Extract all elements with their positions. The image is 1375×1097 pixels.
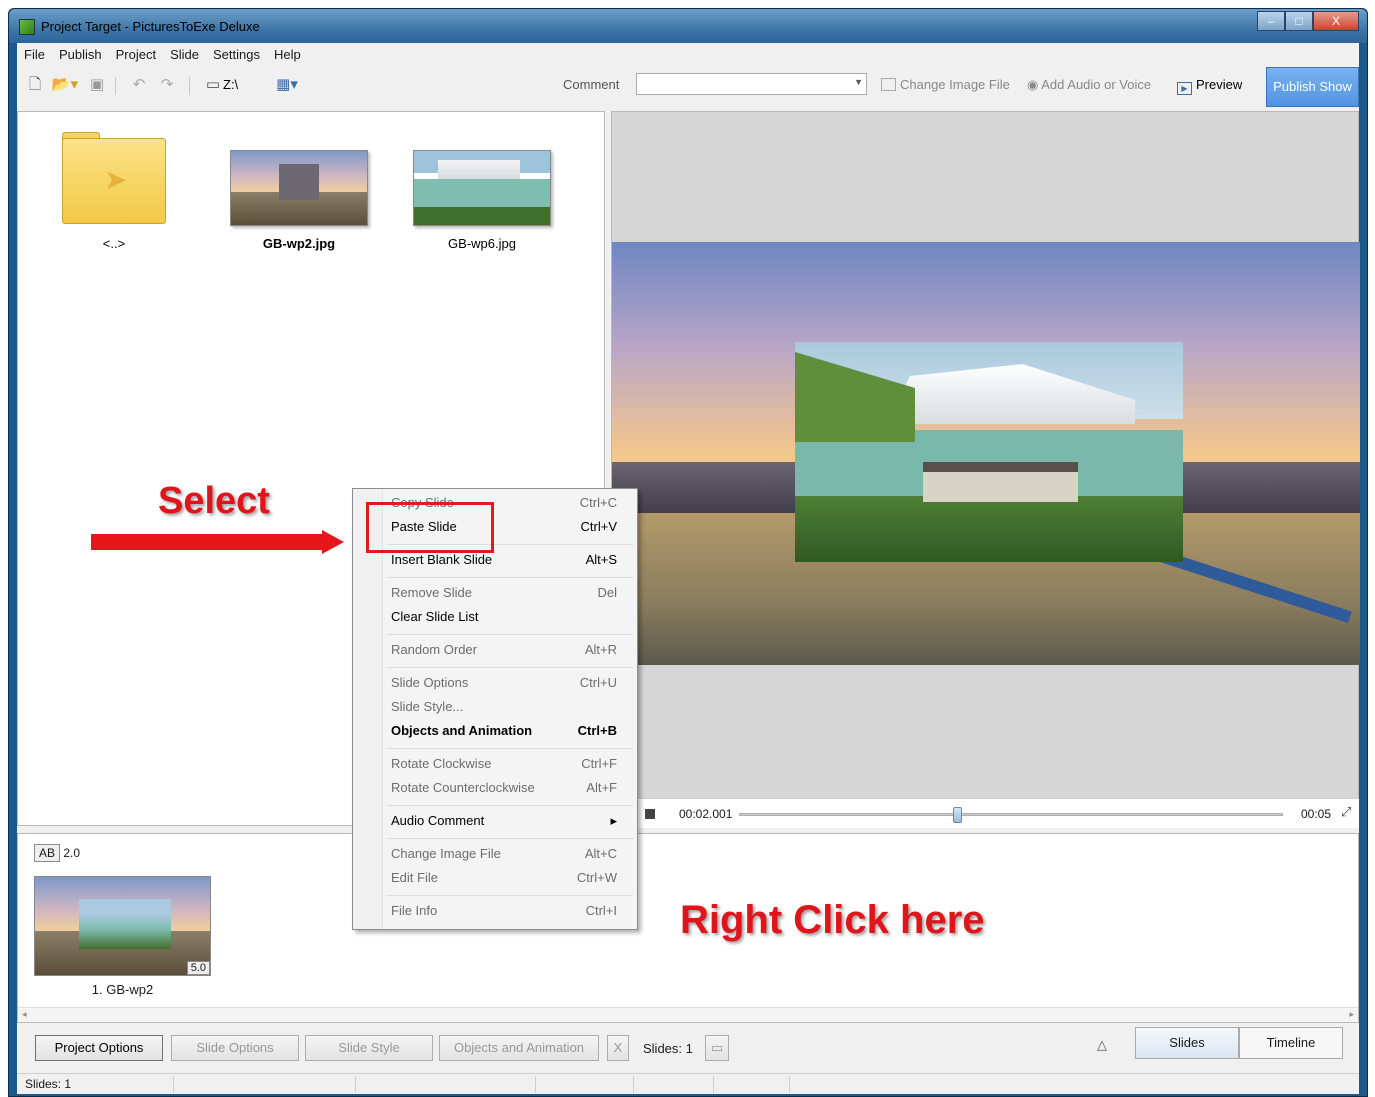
image-icon <box>881 78 896 91</box>
menubar: File Publish Project Slide Settings Help <box>17 45 308 65</box>
comment-label: Comment <box>563 77 620 92</box>
objects-animation-button[interactable]: Objects and Animation <box>439 1035 599 1061</box>
menu-item-audio-comment[interactable]: Audio Comment ▸ <box>391 813 627 833</box>
file-label: <..> <box>102 236 126 251</box>
file-item-gb-wp6[interactable]: GB-wp6.jpg <box>401 236 563 251</box>
add-audio-label: Add Audio or Voice <box>1041 77 1152 92</box>
close-button[interactable]: X <box>1313 11 1359 31</box>
seek-slider-thumb[interactable] <box>952 807 962 823</box>
fullscreen-icon[interactable]: ⤢ <box>1341 804 1351 820</box>
menu-item-insert-blank-slide[interactable]: Insert Blank Slide Alt+S <box>391 552 627 572</box>
slides-count: Slides: 1 <box>643 1041 693 1056</box>
player-controls: 00:02.001 00:05 ⤢ <box>611 798 1359 828</box>
transition-duration: 2.0 <box>63 846 81 860</box>
file-thumbnail-gb-wp2[interactable] <box>230 150 368 226</box>
seek-slider[interactable] <box>739 807 1283 823</box>
minimize-button[interactable]: – <box>1257 11 1285 31</box>
transition-badge[interactable]: AB 2.0 <box>34 844 80 862</box>
horizontal-scrollbar[interactable]: ◂ ▸ <box>18 1007 1358 1022</box>
preview-button[interactable]: ▶ Preview <box>1177 77 1242 95</box>
transition-type: AB <box>34 844 61 862</box>
slide-duration: 5.0 <box>186 961 210 975</box>
tab-timeline[interactable]: Timeline <box>1239 1027 1343 1059</box>
menu-item-rotate-counterclockwise[interactable]: Rotate Counterclockwise Alt+F <box>391 780 627 800</box>
file-label: GB-wp2.jpg <box>262 236 336 251</box>
menu-item-slide-options[interactable]: Slide Options Ctrl+U <box>391 675 627 695</box>
highlight-box <box>366 502 494 553</box>
menu-item-edit-file[interactable]: Edit File Ctrl+W <box>391 870 627 890</box>
open-folder-icon[interactable]: 📂▾ <box>49 75 81 95</box>
end-time: 00:05 <box>1301 807 1332 821</box>
view-mode-icon[interactable]: ▦▾ <box>269 75 305 95</box>
change-image-file-label: Change Image File <box>900 77 1010 92</box>
app-icon <box>19 19 35 35</box>
audio-icon: ◉ <box>1027 77 1042 92</box>
change-image-file-button[interactable]: Change Image File <box>881 77 1010 92</box>
project-options-button[interactable]: Project Options <box>35 1035 163 1061</box>
menu-item-random-order[interactable]: Random Order Alt+R <box>391 642 627 662</box>
file-thumbnail-gb-wp6[interactable] <box>413 150 551 226</box>
tab-slides[interactable]: Slides <box>1135 1027 1239 1059</box>
annotation-select: Select <box>158 480 270 522</box>
comment-input[interactable]: ▼ <box>636 73 867 95</box>
undo-icon[interactable]: ↶ <box>129 75 149 95</box>
publish-show-button[interactable]: Publish Show <box>1266 67 1359 107</box>
preview-pane[interactable] <box>611 111 1360 826</box>
menu-item-remove-slide[interactable]: Remove Slide Del <box>391 585 627 605</box>
menu-item-file-info[interactable]: File Info Ctrl+I <box>391 903 627 923</box>
slide-style-button[interactable]: Slide Style <box>305 1035 433 1061</box>
stop-icon[interactable] <box>645 809 655 819</box>
menu-item-slide-style[interactable]: Slide Style... <box>391 699 627 719</box>
new-file-icon[interactable]: 🗋 <box>25 75 45 95</box>
play-icon: ▶ <box>1177 82 1192 95</box>
x-button[interactable]: X <box>607 1035 629 1061</box>
preview-inset-image <box>795 342 1183 562</box>
submenu-arrow-icon: ▸ <box>610 813 617 828</box>
status-text: Slides: 1 <box>25 1077 72 1091</box>
preview-image <box>612 242 1360 665</box>
menu-slide[interactable]: Slide <box>163 45 206 65</box>
scroll-left-icon[interactable]: ◂ <box>22 1009 27 1020</box>
menu-item-objects-animation[interactable]: Objects and Animation Ctrl+B <box>391 723 627 743</box>
file-label: GB-wp6.jpg <box>448 236 516 251</box>
current-time: 00:02.001 <box>679 807 733 821</box>
collapse-triangle-icon[interactable]: △ <box>1097 1037 1107 1053</box>
drive-label[interactable]: Z:\ <box>223 77 238 92</box>
menu-publish[interactable]: Publish <box>52 45 109 65</box>
parent-folder-icon[interactable]: ➤ <box>62 138 166 224</box>
save-icon[interactable]: ▣ <box>87 75 107 95</box>
up-arrow-icon: ➤ <box>104 164 128 195</box>
bottom-bar: Project Options Slide Options Slide Styl… <box>17 1027 1359 1069</box>
menu-item-rotate-clockwise[interactable]: Rotate Clockwise Ctrl+F <box>391 756 627 776</box>
annotation-right-click: Right Click here <box>680 898 985 942</box>
menu-item-clear-slide-list[interactable]: Clear Slide List <box>391 609 627 629</box>
menu-project[interactable]: Project <box>109 45 163 65</box>
preview-label: Preview <box>1196 77 1243 92</box>
scroll-right-icon[interactable]: ▸ <box>1349 1009 1354 1020</box>
toolbar: 🗋 📂▾ ▣ ↶ ↷ ▭ Z:\ ▦▾ Comment ▼ Change Ima… <box>17 67 1359 107</box>
title-bar[interactable]: Project Target - PicturesToExe Deluxe – … <box>9 9 1367 43</box>
menu-settings[interactable]: Settings <box>206 45 267 65</box>
file-item-parent[interactable]: <..> <box>62 236 166 251</box>
slide-caption: 1. GB-wp2 <box>91 982 154 997</box>
add-audio-button[interactable]: ◉ Add Audio or Voice <box>1027 77 1151 93</box>
menu-item-change-image-file[interactable]: Change Image File Alt+C <box>391 846 627 866</box>
annotation-arrow <box>91 534 323 550</box>
menu-file[interactable]: File <box>17 45 52 65</box>
chevron-down-icon[interactable]: ▼ <box>854 77 863 87</box>
annotation-arrow-head <box>322 530 344 554</box>
slide-thumbnail[interactable]: 5.0 <box>34 876 211 976</box>
context-menu: Copy Slide Ctrl+C Paste Slide Ctrl+V Inser… <box>352 488 638 930</box>
window-title: Project Target - PicturesToExe Deluxe <box>41 19 260 34</box>
maximize-button[interactable]: □ <box>1285 11 1313 31</box>
file-item-gb-wp2[interactable]: GB-wp2.jpg <box>218 236 380 251</box>
slide-options-button[interactable]: Slide Options <box>171 1035 299 1061</box>
menu-help[interactable]: Help <box>267 45 308 65</box>
redo-icon[interactable]: ↷ <box>157 75 177 95</box>
drive-icon[interactable]: ▭ <box>203 75 223 95</box>
slide-list-view-icon[interactable]: ▭ <box>705 1035 729 1061</box>
status-bar: Slides: 1 <box>17 1073 1359 1094</box>
